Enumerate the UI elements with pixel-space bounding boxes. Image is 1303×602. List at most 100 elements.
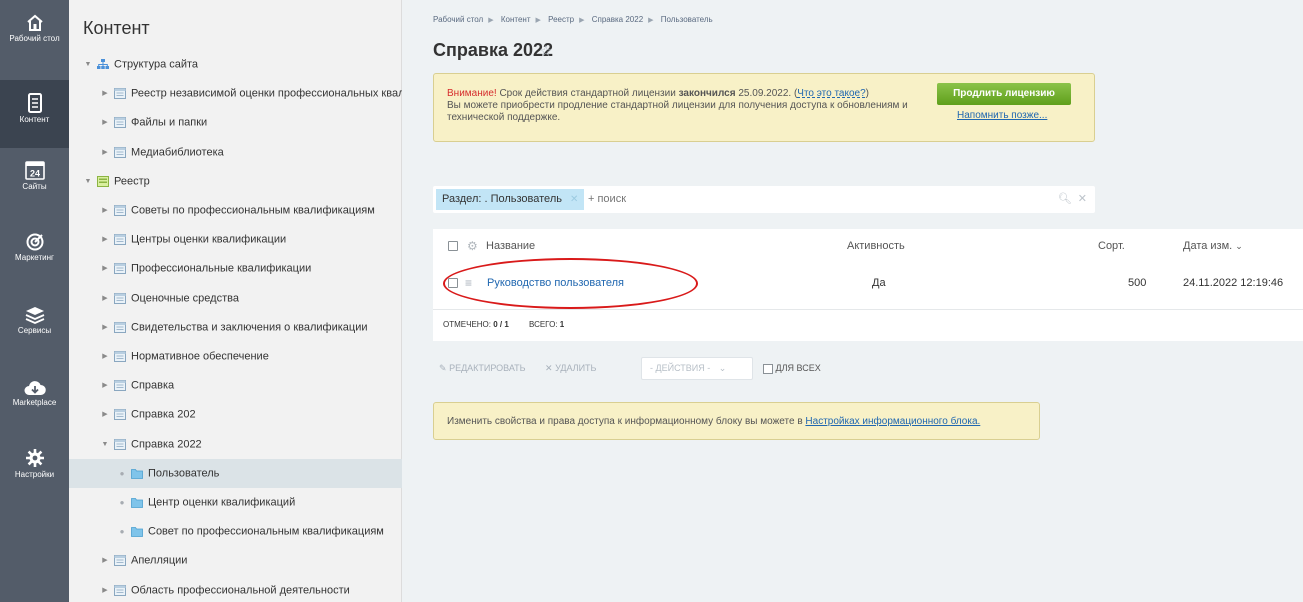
tree-item-label: Профессиональные квалификации <box>131 262 312 275</box>
chevron-right-icon[interactable]: ▶ <box>100 108 110 137</box>
for-all-checkbox[interactable] <box>763 363 773 374</box>
breadcrumb-item[interactable]: Пользователь <box>661 15 713 24</box>
breadcrumb-item[interactable]: Контент <box>501 15 531 24</box>
chevron-right-icon[interactable]: ▶ <box>100 79 110 108</box>
column-active[interactable]: Активность <box>847 229 905 264</box>
layers-icon <box>25 307 44 324</box>
column-sort[interactable]: Сорт. <box>1098 229 1125 264</box>
tree-item[interactable]: ▶ Реестр независимой оценки профессиональ… <box>69 79 402 108</box>
gear-icon[interactable]: ⚙ <box>467 229 478 264</box>
license-text: Внимание! Срок действия стандартной лице… <box>447 88 917 124</box>
chevron-down-icon[interactable]: ▼ <box>83 50 93 79</box>
tree-item[interactable]: ▶ Профессиональные квалификации <box>69 254 402 283</box>
iblock-settings-link[interactable]: Настройках информационного блока. <box>805 416 980 427</box>
edit-button[interactable]: ✎ РЕДАКТИРОВАТЬ <box>439 353 526 384</box>
close-icon[interactable]: ✕ <box>1078 193 1087 205</box>
tree-item[interactable]: ▶ Область профессиональной деятельности <box>69 576 402 602</box>
tree-item[interactable]: ▶ Справка 202 <box>69 400 402 429</box>
chevron-right-icon[interactable]: ▶ <box>100 138 110 167</box>
column-date[interactable]: Дата изм. ⌄ <box>1183 229 1243 264</box>
tree-item[interactable]: ● Центр оценки квалификаций <box>69 488 402 517</box>
chevron-down-icon[interactable]: ▼ <box>100 430 110 459</box>
tree-title: Контент <box>83 18 150 38</box>
chevron-right-icon[interactable]: ▶ <box>100 254 110 283</box>
bullet-icon: ● <box>119 468 125 478</box>
tree-item[interactable]: ▶ Советы по профессиональным квалификация… <box>69 196 402 225</box>
tree-item-label: Справка 2022 <box>131 438 202 450</box>
grid-header: ⚙ Название Активность Сорт. Дата изм. ⌄ <box>433 229 1303 264</box>
chevron-right-icon[interactable]: ▶ <box>100 284 110 313</box>
tree-item[interactable]: ▼ Справка 2022 <box>69 430 402 459</box>
filter-chip[interactable]: Раздел: . Пользователь ✕ <box>436 189 585 210</box>
iblock-icon <box>114 146 126 158</box>
tree-item[interactable]: ● Пользователь <box>69 458 402 488</box>
select-all-checkbox[interactable] <box>448 241 458 251</box>
chevron-right-icon[interactable]: ▶ <box>100 576 110 602</box>
for-all-label: ДЛЯ ВСЕХ <box>775 363 821 373</box>
rail-label: Настройки <box>14 470 55 479</box>
rail-item-sites[interactable]: 24 Сайты <box>0 160 69 210</box>
license-bold: закончился <box>678 88 736 99</box>
tree-item[interactable]: ▶ Нормативное обеспечение <box>69 342 402 371</box>
total-count: ВСЕГО: 1 <box>529 310 564 340</box>
row-name-link[interactable]: Руководство пользователя <box>487 266 624 300</box>
rail-item-desktop[interactable]: Рабочий стол <box>0 14 69 72</box>
tree-item-label: Оценочные средства <box>131 292 239 304</box>
search-icon[interactable]: 🔍︎ <box>1058 193 1072 205</box>
chevron-right-icon[interactable]: ▶ <box>100 546 110 575</box>
for-all-toggle[interactable]: ДЛЯ ВСЕХ <box>763 353 821 384</box>
rail-item-marketing[interactable]: Маркетинг <box>0 233 69 283</box>
row-checkbox[interactable] <box>448 278 458 288</box>
search-input[interactable] <box>588 186 988 213</box>
tree-item[interactable]: ▶ Центры оценки квалификации <box>69 225 402 254</box>
remind-later-link[interactable]: Напомнить позже... <box>957 110 1047 121</box>
iblock-icon <box>114 409 126 421</box>
tree-item-label: Справка <box>131 379 175 392</box>
chevron-right-icon[interactable]: ▶ <box>100 225 110 254</box>
tree-item[interactable]: ▶ Свидетельства и заключения о квалификац… <box>69 313 402 342</box>
rail-item-content[interactable]: Контент <box>0 80 69 148</box>
rail-item-settings[interactable]: Настройки <box>0 448 69 498</box>
iblock-icon <box>114 321 126 333</box>
items-grid: ⚙ Название Активность Сорт. Дата изм. ⌄ … <box>433 229 1303 341</box>
total-value: 1 <box>559 320 565 329</box>
star-icon[interactable]: ☆ <box>539 42 552 60</box>
folder-icon <box>131 498 143 508</box>
tree-item[interactable]: ● Совет по профессиональным квалификациям <box>69 517 402 546</box>
row-active: Да <box>872 277 886 289</box>
tree-item-label: Медиабиблиотека <box>131 146 224 158</box>
breadcrumb-item[interactable]: Реестр <box>548 15 574 24</box>
breadcrumb-item[interactable]: Рабочий стол <box>433 15 483 24</box>
tree-item[interactable]: ▶ Оценочные средства <box>69 284 402 313</box>
renew-license-button[interactable]: Продлить лицензию <box>937 83 1071 105</box>
chevron-down-icon[interactable]: ▼ <box>83 167 93 196</box>
actions-select[interactable]: - ДЕЙСТВИЯ - ⌄ <box>641 357 753 380</box>
tree-item[interactable]: ▶ Апелляции <box>69 546 402 575</box>
tree-item[interactable]: ▶ Справка <box>69 371 402 400</box>
folder-icon <box>131 527 143 538</box>
tree-item[interactable]: ▶ Медиабиблиотека <box>69 138 402 167</box>
iblock-icon <box>114 292 126 304</box>
chevron-right-icon[interactable]: ▶ <box>100 371 110 400</box>
folder-icon <box>131 468 143 479</box>
what-is-it-link[interactable]: Что это такое? <box>797 88 865 99</box>
breadcrumb-item[interactable]: Справка 2022 <box>592 15 643 24</box>
column-name[interactable]: Название <box>486 229 535 264</box>
delete-button[interactable]: ✕ УДАЛИТЬ <box>545 353 596 384</box>
grid-footer: ОТМЕЧЕНО: 0 / 1 ВСЕГО: 1 <box>433 309 1303 339</box>
tree-item[interactable]: ▼ Реестр <box>69 167 402 196</box>
license-line2: Вы можете приобрести продление стандартн… <box>447 100 908 123</box>
rail-item-marketplace[interactable]: Marketplace <box>0 380 69 430</box>
chevron-right-icon[interactable]: ▶ <box>100 313 110 342</box>
tree-item-label: Апелляции <box>131 554 188 567</box>
table-row[interactable]: ≡ Руководство пользователя Да 500 24.11.… <box>433 266 1303 300</box>
close-icon[interactable]: ✕ <box>570 194 578 205</box>
chevron-right-icon[interactable]: ▶ <box>100 400 110 429</box>
rail-label: Маркетинг <box>15 253 54 262</box>
menu-icon[interactable]: ≡ <box>465 266 472 300</box>
rail-item-services[interactable]: Сервисы <box>0 306 69 356</box>
tree-item[interactable]: ▼ Структура сайта <box>69 50 402 79</box>
tree-item[interactable]: ▶ Файлы и папки <box>69 108 402 137</box>
chevron-right-icon[interactable]: ▶ <box>100 342 110 371</box>
chevron-right-icon[interactable]: ▶ <box>100 196 110 225</box>
